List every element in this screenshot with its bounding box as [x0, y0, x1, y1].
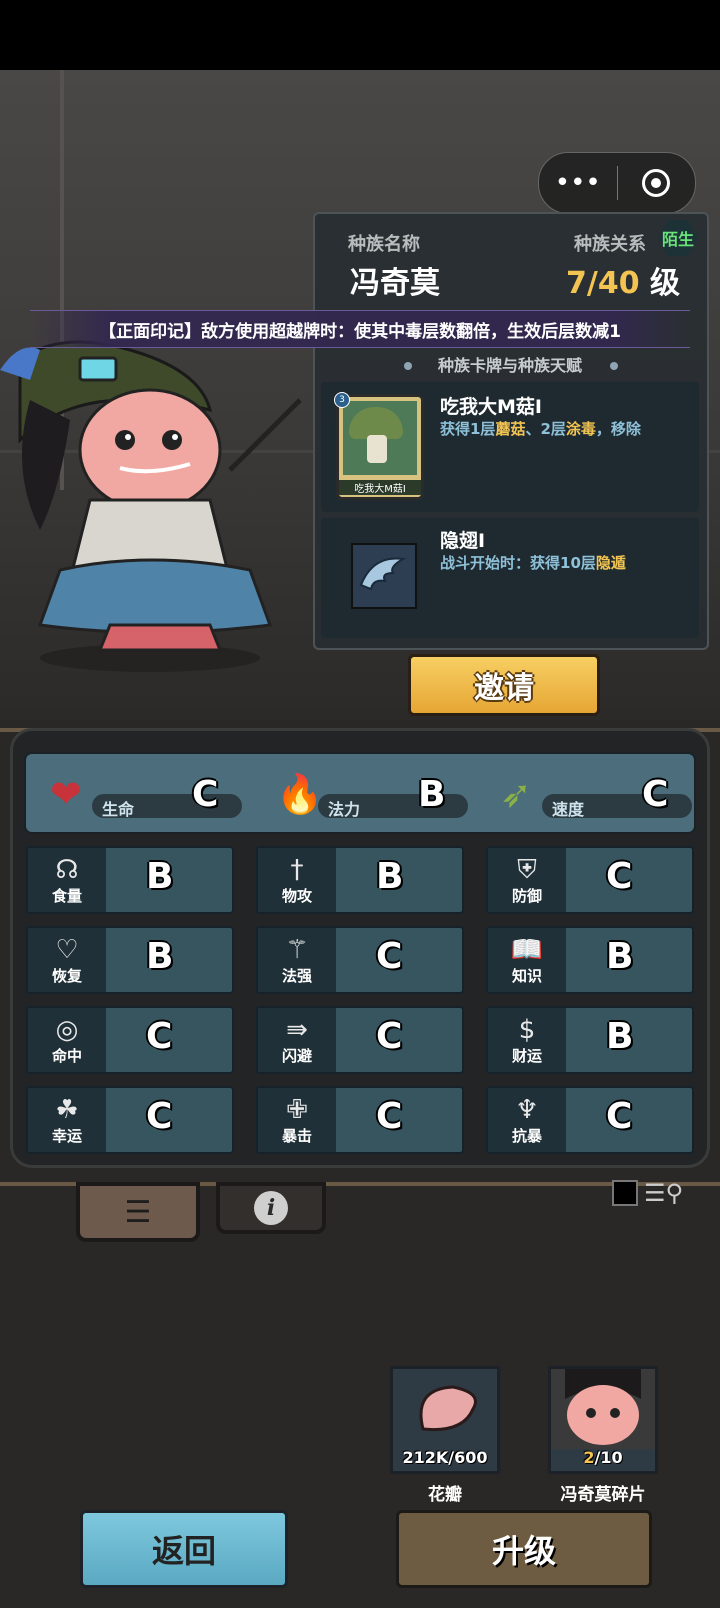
stat-cell: ✙ 暴击 C	[256, 1086, 464, 1154]
card-title: 吃我大M菇Ⅰ	[440, 396, 542, 418]
status-bar	[0, 0, 720, 70]
invite-button[interactable]: 邀请	[408, 654, 600, 716]
stat-name: 暴击	[281, 1126, 312, 1145]
stat-cell: ☊ 食量 B	[26, 846, 234, 914]
stat-cell: † 物攻 B	[256, 846, 464, 914]
race-name-label: 种族名称	[348, 234, 420, 255]
stat-grade: C	[376, 1016, 403, 1057]
race-level: 7/40 级	[566, 258, 680, 302]
upgrade-button[interactable]: 升级	[396, 1510, 652, 1588]
list-icon: ☰	[124, 1194, 152, 1230]
dodge-arrows-icon: ⇛	[286, 1014, 308, 1045]
coin-icon: $	[518, 1014, 536, 1045]
stat-grade: C	[376, 1096, 403, 1137]
stat-name: 知识	[511, 966, 542, 985]
stat-cell: ◎ 命中 C	[26, 1006, 234, 1074]
fragment-count: 2/10	[583, 1448, 623, 1467]
petal-resource[interactable]: 212K/600	[390, 1366, 500, 1474]
stat-grade: B	[606, 936, 634, 977]
info-icon: i	[254, 1191, 288, 1225]
card-label: 吃我大M菇Ⅰ	[339, 480, 421, 495]
stat-cell: $ 财运 B	[486, 1006, 694, 1074]
target-icon: ◎	[55, 1014, 79, 1045]
stat-life: ❤ 生命 C	[36, 754, 256, 832]
wing-icon[interactable]	[351, 543, 417, 609]
character-illustration	[0, 340, 302, 672]
card-desc: 获得1层蘑菇、2层涂毒，移除	[440, 420, 641, 438]
positive-mark-banner: 【正面印记】敌方使用超越牌时：使其中毒层数翻倍，生效后层数减1	[30, 310, 690, 348]
stat-mana: 🔥 法力 B	[262, 754, 482, 832]
tab-info[interactable]: i	[216, 1182, 326, 1234]
shell-icon: ♆	[515, 1094, 539, 1125]
petal-icon	[419, 1385, 477, 1432]
clover-icon: ☘	[55, 1094, 79, 1125]
mushroom-card-icon[interactable]: 吃我大M菇Ⅰ	[336, 394, 424, 500]
heart-icon: ❤	[50, 772, 82, 816]
stat-cell: ⇛ 闪避 C	[256, 1006, 464, 1074]
talent-desc: 战斗开始时：获得10层隐遁	[440, 554, 626, 572]
stat-name: 闪避	[281, 1046, 312, 1065]
title-dot-right	[610, 362, 618, 370]
wing-boot-icon: ➶	[500, 772, 532, 816]
stat-name: 恢复	[51, 966, 82, 985]
card-level-badge: 3	[334, 392, 350, 408]
stat-grade: C	[606, 1096, 633, 1137]
stat-grade: B	[146, 856, 174, 897]
stat-cell: ⚚ 法强 C	[256, 926, 464, 994]
mini-program-capsule: •••	[538, 152, 696, 214]
stat-name: 命中	[51, 1046, 82, 1065]
stat-name: 抗暴	[511, 1126, 542, 1145]
race-name: 冯奇莫	[350, 266, 440, 301]
sword-icon: †	[290, 854, 304, 885]
tab-list[interactable]: ☰	[76, 1182, 200, 1242]
stat-speed: ➶ 速度 C	[486, 754, 706, 832]
stat-name: 幸运	[51, 1126, 82, 1145]
stat-name: 物攻	[281, 886, 312, 905]
stat-name: 食量	[51, 886, 82, 905]
section-title: 种族卡牌与种族天赋	[437, 356, 582, 375]
race-relation-label: 种族关系	[574, 234, 646, 255]
main-stats-bar: ❤ 生命 C 🔥 法力 B ➶ 速度 C	[24, 752, 696, 834]
stat-cell: ☘ 幸运 C	[26, 1086, 234, 1154]
book-icon: 📖	[510, 934, 544, 965]
stat-grade: C	[606, 856, 633, 897]
level-value: 7/40	[566, 266, 640, 301]
armor-icon: ⛨	[517, 854, 537, 885]
stat-grade: C	[376, 936, 403, 977]
stomach-icon: ☊	[55, 854, 79, 885]
stat-name: 防御	[511, 886, 542, 905]
stat-cell: ⛨ 防御 C	[486, 846, 694, 914]
stat-grade: B	[376, 856, 404, 897]
stat-grade: B	[606, 1016, 634, 1057]
talent-title: 隐翅Ⅰ	[440, 530, 486, 552]
heart-plus-icon: ♡	[55, 934, 79, 965]
stat-cell: ♡ 恢复 B	[26, 926, 234, 994]
flame-icon: 🔥	[276, 772, 324, 816]
target-circle-icon[interactable]	[618, 153, 696, 213]
fragment-resource[interactable]: 2/10	[548, 1366, 658, 1474]
stat-grade: B	[146, 936, 174, 977]
filter-search-button[interactable]: ☰⚲	[612, 1176, 696, 1210]
stat-grade: C	[146, 1016, 173, 1057]
fragment-portrait-icon	[551, 1367, 655, 1449]
stat-name: 财运	[511, 1046, 542, 1065]
petal-name: 花瓣	[428, 1485, 462, 1505]
back-button[interactable]: 返回	[80, 1510, 288, 1588]
checkbox-square-icon	[612, 1180, 638, 1206]
search-list-icon: ☰⚲	[644, 1179, 684, 1207]
stat-cell: 📖 知识 B	[486, 926, 694, 994]
more-dots-icon[interactable]: •••	[539, 153, 617, 213]
fragment-name: 冯奇莫碎片	[560, 1485, 646, 1505]
stat-name: 法强	[281, 966, 312, 985]
staff-icon: ⚚	[285, 934, 309, 965]
stat-grade: C	[146, 1096, 173, 1137]
level-unit: 级	[650, 266, 681, 301]
stat-cell: ♆ 抗暴 C	[486, 1086, 694, 1154]
crit-icon: ✙	[286, 1094, 308, 1125]
